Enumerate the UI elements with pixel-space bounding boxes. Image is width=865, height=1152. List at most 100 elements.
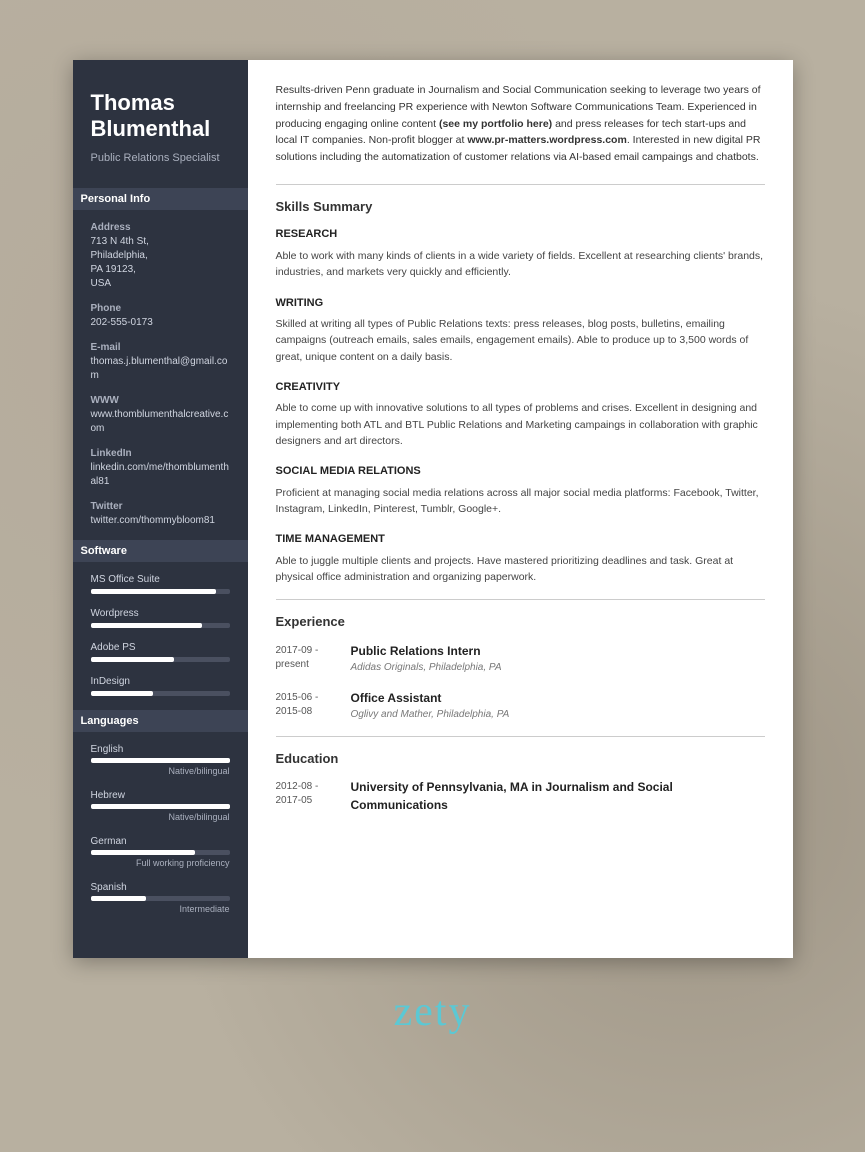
skill-category-name: CREATIVITY — [276, 379, 765, 396]
education-divider — [276, 736, 765, 737]
skills-section-title: Skills Summary — [276, 197, 765, 217]
language-bar-fill — [91, 850, 195, 855]
software-skill-bar-bg — [91, 657, 230, 662]
software-skill-name: InDesign — [91, 676, 230, 687]
skills-section-item: RESEARCH Able to work with many kinds of… — [276, 226, 765, 280]
experience-date: 2015-06 -2015-08 — [276, 689, 351, 722]
skills-section-item: CREATIVITY Able to come up with innovati… — [276, 379, 765, 449]
skills-section-item: TIME MANAGEMENT Able to juggle multiple … — [276, 531, 765, 585]
experience-list: 2017-09 -present Public Relations Intern… — [276, 642, 765, 722]
software-skill-item: Adobe PS — [91, 642, 230, 662]
skill-category-desc: Able to come up with innovative solution… — [276, 400, 765, 449]
skills-list: RESEARCH Able to work with many kinds of… — [276, 226, 765, 585]
education-item: 2012-08 -2017-05 University of Pennsylva… — [276, 778, 765, 814]
skill-category-name: RESEARCH — [276, 226, 765, 243]
education-degree: University of Pennsylvania, MA in Journa… — [351, 778, 765, 814]
software-skill-bar-fill — [91, 623, 202, 628]
language-level: Native/bilingual — [91, 766, 230, 776]
twitter-block: Twitter twitter.com/thommybloom81 — [91, 501, 230, 528]
experience-divider — [276, 599, 765, 600]
software-skills-list: MS Office Suite Wordpress Adobe PS InDes… — [91, 574, 230, 696]
language-level: Full working proficiency — [91, 858, 230, 868]
software-skill-bar-fill — [91, 589, 216, 594]
language-item: German Full working proficiency — [91, 836, 230, 868]
experience-title: Public Relations Intern — [351, 642, 765, 660]
twitter-label: Twitter — [91, 501, 230, 512]
skill-category-name: SOCIAL MEDIA RELATIONS — [276, 463, 765, 480]
experience-item: 2017-09 -present Public Relations Intern… — [276, 642, 765, 675]
language-bar-bg — [91, 896, 230, 901]
skill-category-desc: Able to work with many kinds of clients … — [276, 248, 765, 281]
education-section-title: Education — [276, 749, 765, 769]
phone-label: Phone — [91, 303, 230, 314]
summary-paragraph: Results-driven Penn graduate in Journali… — [276, 82, 765, 166]
language-name: Spanish — [91, 882, 230, 893]
software-skill-item: InDesign — [91, 676, 230, 696]
language-name: Hebrew — [91, 790, 230, 801]
summary-divider — [276, 184, 765, 185]
resume-document: Thomas Blumenthal Public Relations Speci… — [73, 60, 793, 958]
software-skill-name: Adobe PS — [91, 642, 230, 653]
resume-main: Results-driven Penn graduate in Journali… — [248, 60, 793, 958]
language-item: Spanish Intermediate — [91, 882, 230, 914]
language-name: German — [91, 836, 230, 847]
language-level: Intermediate — [91, 904, 230, 914]
language-item: English Native/bilingual — [91, 744, 230, 776]
address-block: Address 713 N 4th St,Philadelphia,PA 191… — [91, 222, 230, 291]
experience-section-title: Experience — [276, 612, 765, 632]
phone-block: Phone 202-555-0173 — [91, 303, 230, 330]
languages-header: Languages — [73, 710, 248, 732]
languages-list: English Native/bilingual Hebrew Native/b… — [91, 744, 230, 914]
language-bar-fill — [91, 896, 147, 901]
personal-info-header: Personal Info — [73, 188, 248, 210]
phone-value: 202-555-0173 — [91, 316, 230, 330]
address-label: Address — [91, 222, 230, 233]
linkedin-value: linkedin.com/me/thomblumenthal81 — [91, 461, 230, 489]
twitter-value: twitter.com/thommybloom81 — [91, 514, 230, 528]
experience-title: Office Assistant — [351, 689, 765, 707]
email-label: E-mail — [91, 342, 230, 353]
zety-brand: zety — [394, 988, 472, 1036]
www-label: WWW — [91, 395, 230, 406]
experience-details: Office Assistant Oglivy and Mather, Phil… — [351, 689, 765, 722]
skill-category-desc: Proficient at managing social media rela… — [276, 485, 765, 518]
language-bar-bg — [91, 850, 230, 855]
portfolio-link[interactable]: (see my portfolio here) — [439, 118, 552, 130]
language-item: Hebrew Native/bilingual — [91, 790, 230, 822]
education-details: University of Pennsylvania, MA in Journa… — [351, 778, 765, 814]
language-level: Native/bilingual — [91, 812, 230, 822]
www-value: www.thomblumenthalcreative.com — [91, 408, 230, 436]
skills-section-item: SOCIAL MEDIA RELATIONS Proficient at man… — [276, 463, 765, 517]
linkedin-block: LinkedIn linkedin.com/me/thomblumenthal8… — [91, 448, 230, 489]
language-bar-bg — [91, 804, 230, 809]
email-value: thomas.j.blumenthal@gmail.com — [91, 355, 230, 383]
skill-category-desc: Able to juggle multiple clients and proj… — [276, 553, 765, 586]
candidate-title: Public Relations Specialist — [91, 151, 230, 166]
language-bar-bg — [91, 758, 230, 763]
linkedin-label: LinkedIn — [91, 448, 230, 459]
software-skill-item: Wordpress — [91, 608, 230, 628]
blog-link[interactable]: www.pr-matters.wordpress.com — [467, 134, 626, 146]
software-skill-bar-fill — [91, 691, 154, 696]
address-value: 713 N 4th St,Philadelphia,PA 19123,USA — [91, 235, 230, 291]
education-date: 2012-08 -2017-05 — [276, 778, 351, 814]
language-bar-fill — [91, 758, 230, 763]
experience-date: 2017-09 -present — [276, 642, 351, 675]
experience-item: 2015-06 -2015-08 Office Assistant Oglivy… — [276, 689, 765, 722]
skill-category-desc: Skilled at writing all types of Public R… — [276, 316, 765, 365]
software-skill-bar-bg — [91, 691, 230, 696]
www-block: WWW www.thomblumenthalcreative.com — [91, 395, 230, 436]
software-skill-bar-fill — [91, 657, 174, 662]
language-bar-fill — [91, 804, 230, 809]
experience-company: Adidas Originals, Philadelphia, PA — [351, 660, 765, 675]
skills-section-item: WRITING Skilled at writing all types of … — [276, 295, 765, 365]
experience-company: Oglivy and Mather, Philadelphia, PA — [351, 707, 765, 722]
education-list: 2012-08 -2017-05 University of Pennsylva… — [276, 778, 765, 814]
software-skill-bar-bg — [91, 623, 230, 628]
candidate-name: Thomas Blumenthal — [91, 90, 230, 143]
skill-category-name: TIME MANAGEMENT — [276, 531, 765, 548]
experience-details: Public Relations Intern Adidas Originals… — [351, 642, 765, 675]
language-name: English — [91, 744, 230, 755]
resume-sidebar: Thomas Blumenthal Public Relations Speci… — [73, 60, 248, 958]
software-skill-item: MS Office Suite — [91, 574, 230, 594]
